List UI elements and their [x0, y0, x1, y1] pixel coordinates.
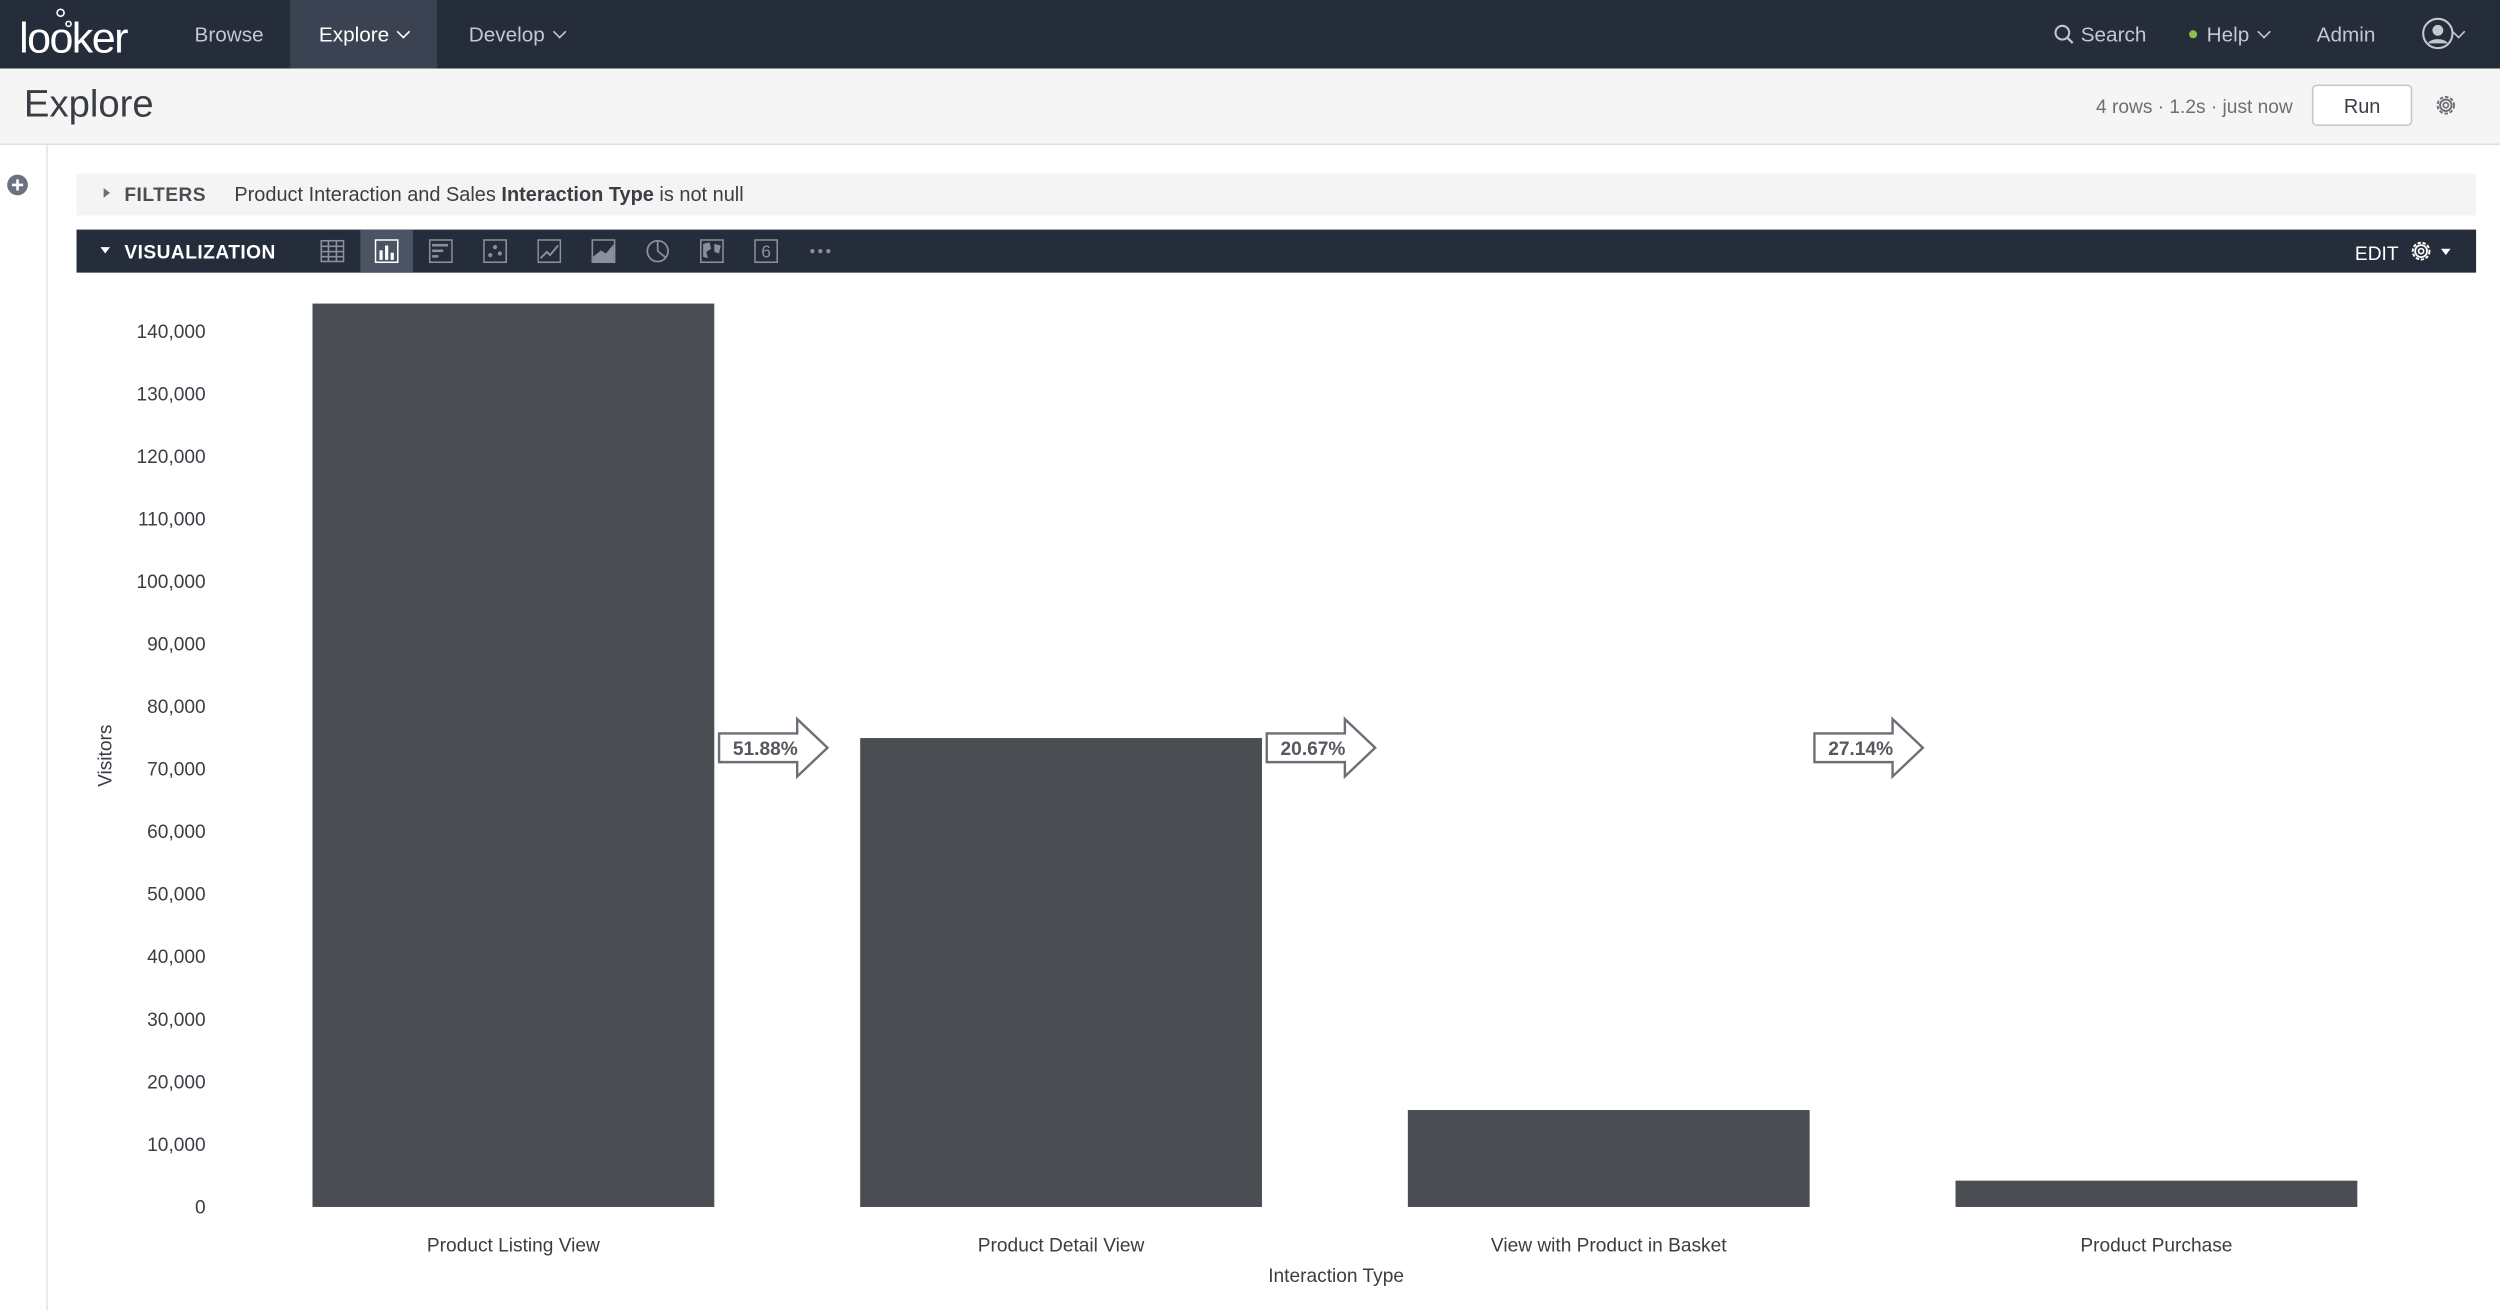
x-category-label: Product Purchase — [2080, 1236, 2232, 1257]
x-axis-title: Interaction Type — [1268, 1266, 1404, 1287]
x-axis-categories: Product Listing View Product Detail View V… — [427, 1236, 2233, 1257]
y-tick-label: 70,000 — [147, 760, 206, 781]
y-axis-ticks: 140,000 130,000 120,000 110,000 100,000 90,00… — [137, 322, 206, 1218]
y-tick-label: 130,000 — [137, 385, 206, 406]
bar[interactable] — [312, 303, 715, 1207]
y-tick-label: 0 — [195, 1197, 206, 1218]
y-tick-label: 30,000 — [147, 1010, 206, 1031]
y-tick-label: 80,000 — [147, 697, 206, 718]
conversion-arrow: 27.14% — [1813, 716, 1925, 780]
bar[interactable] — [860, 738, 1262, 1207]
y-tick-label: 40,000 — [147, 947, 206, 968]
bar[interactable] — [1955, 1180, 2358, 1207]
y-tick-label: 100,000 — [137, 572, 206, 593]
conversion-rate-label: 20.67% — [1281, 739, 1346, 760]
y-tick-label: 60,000 — [147, 822, 206, 843]
bar[interactable] — [1407, 1110, 1810, 1207]
funnel-chart: 140,000 130,000 120,000 110,000 100,000 90,00… — [96, 303, 2358, 1287]
conversion-rate-label: 51.88% — [733, 739, 798, 760]
y-tick-label: 110,000 — [138, 510, 206, 531]
conversion-arrow: 20.67% — [1265, 716, 1377, 780]
x-category-label: Product Detail View — [978, 1236, 1145, 1257]
y-tick-label: 140,000 — [137, 322, 206, 343]
y-tick-label: 10,000 — [147, 1135, 206, 1156]
y-tick-label: 90,000 — [147, 635, 206, 656]
x-category-label: Product Listing View — [427, 1236, 600, 1257]
y-tick-label: 20,000 — [147, 1072, 206, 1093]
x-category-label: View with Product in Basket — [1491, 1236, 1727, 1257]
y-axis-title: Visitors — [96, 725, 117, 787]
y-tick-label: 50,000 — [147, 885, 206, 906]
y-tick-label: 120,000 — [137, 447, 206, 468]
conversion-rate-label: 27.14% — [1828, 739, 1893, 760]
conversion-arrow: 51.88% — [717, 716, 830, 780]
